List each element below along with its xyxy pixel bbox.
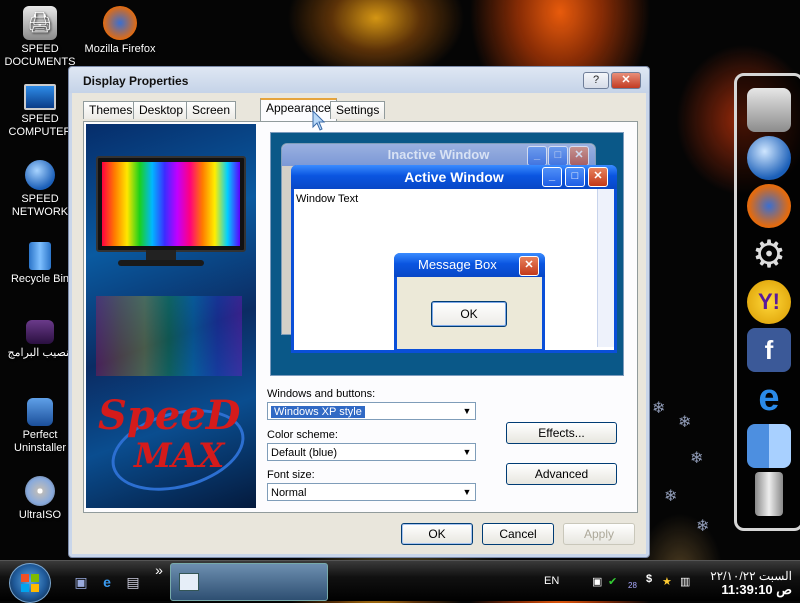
display-properties-icon bbox=[179, 573, 199, 591]
clock-date: السبت ٢٢/١٠/٢٢ bbox=[710, 569, 792, 583]
language-indicator[interactable]: EN bbox=[544, 575, 559, 587]
color-scheme-label: Color scheme: bbox=[267, 429, 338, 441]
windows-buttons-label: Windows and buttons: bbox=[267, 388, 376, 400]
firefox-icon bbox=[103, 6, 137, 40]
snowflake-decoration: ❄ bbox=[678, 414, 692, 431]
tray-counter: 28 bbox=[628, 581, 637, 590]
globe-icon bbox=[25, 160, 55, 190]
tab-desktop[interactable]: Desktop bbox=[133, 101, 190, 119]
uninstaller-icon bbox=[27, 398, 53, 426]
dock-internet-explorer-icon[interactable]: e bbox=[747, 376, 791, 420]
close-icon: ✕ bbox=[588, 167, 608, 187]
tray-star-icon[interactable]: ★ bbox=[662, 575, 672, 588]
dock-gear-icon[interactable]: ⚙ bbox=[747, 232, 791, 276]
appearance-preview: Inactive Window _ □ ✕ Active Window _ □ … bbox=[270, 132, 624, 376]
dock-trash-icon[interactable] bbox=[755, 472, 783, 516]
film-folder-icon bbox=[26, 320, 54, 344]
dock-globe-icon[interactable] bbox=[747, 136, 791, 180]
recycle-bin-icon bbox=[29, 242, 51, 270]
desktop-icon-speed-documents[interactable]: 🖨 SPEED DOCUMENTS bbox=[0, 6, 80, 69]
desktop-icon-firefox[interactable]: Mozilla Firefox bbox=[80, 6, 160, 56]
dock-firefox-icon[interactable] bbox=[747, 184, 791, 228]
tray-shield-icon[interactable]: ✔ bbox=[608, 575, 617, 588]
tray-network-icon[interactable]: ▥ bbox=[680, 575, 690, 588]
dock-computer-icon[interactable] bbox=[747, 88, 791, 132]
display-properties-dialog: Display Properties ? ✕ Themes Desktop Sc… bbox=[68, 66, 650, 558]
apply-button[interactable]: Apply bbox=[563, 523, 635, 545]
dock-facebook-icon[interactable]: f bbox=[747, 328, 791, 372]
windows-buttons-select[interactable]: Windows XP style ▼ bbox=[267, 402, 476, 420]
appearance-panel: SpeeD MAX Inactive Window _ □ ✕ Active W… bbox=[83, 121, 638, 513]
monitor-icon bbox=[24, 84, 56, 110]
preview-scrollbar bbox=[597, 189, 614, 347]
active-window-preview: Active Window _ □ ✕ Window Text Message … bbox=[291, 165, 617, 353]
disc-icon bbox=[25, 476, 55, 506]
minimize-icon: _ bbox=[527, 146, 547, 166]
quicklaunch-window-icon[interactable]: ▤ bbox=[124, 573, 142, 591]
message-box-ok-button: OK bbox=[431, 301, 507, 327]
clock[interactable]: السبت ٢٢/١٠/٢٢ 11:39:10 ص bbox=[710, 569, 792, 597]
quicklaunch-more-chevron-icon[interactable]: » bbox=[150, 561, 168, 579]
quicklaunch-desktop-icon[interactable]: ▣ bbox=[72, 573, 90, 591]
tray-icon[interactable]: ▣ bbox=[592, 575, 602, 588]
tray-dollar-icon[interactable]: $ bbox=[646, 573, 652, 585]
advanced-button[interactable]: Advanced bbox=[506, 463, 617, 485]
message-box-preview: Message Box ✕ OK bbox=[394, 253, 545, 352]
snowflake-decoration: ❄ bbox=[696, 518, 710, 535]
maximize-icon: □ bbox=[565, 167, 585, 187]
snowflake-decoration: ❄ bbox=[652, 400, 666, 417]
monitor-image bbox=[96, 156, 246, 252]
taskbar-task-display-properties[interactable] bbox=[170, 563, 328, 601]
tab-screen-saver[interactable]: Screen Saver bbox=[186, 101, 237, 134]
quicklaunch-ie-icon[interactable]: e bbox=[98, 573, 116, 591]
dialog-titlebar[interactable]: Display Properties ? ✕ bbox=[69, 67, 649, 93]
help-button[interactable]: ? bbox=[583, 72, 609, 89]
ok-button[interactable]: OK bbox=[401, 523, 473, 545]
dock-yahoo-messenger-icon[interactable]: Y! bbox=[747, 280, 791, 324]
clock-time: 11:39:10 ص bbox=[721, 582, 792, 597]
windows-logo-icon bbox=[21, 574, 39, 592]
dialog-title: Display Properties bbox=[83, 74, 189, 88]
desktop-icon-label: Mozilla Firefox bbox=[84, 43, 156, 55]
color-scheme-select[interactable]: Default (blue) ▼ bbox=[267, 443, 476, 461]
dock-finder-icon[interactable] bbox=[747, 424, 791, 468]
chevron-down-icon: ▼ bbox=[462, 406, 472, 416]
font-size-select[interactable]: Normal ▼ bbox=[267, 483, 476, 501]
chevron-down-icon: ▼ bbox=[462, 487, 472, 497]
start-button[interactable] bbox=[9, 563, 51, 603]
close-icon: ✕ bbox=[519, 256, 539, 276]
font-size-label: Font size: bbox=[267, 469, 315, 481]
desktop-icon-label: SPEED DOCUMENTS bbox=[4, 43, 76, 68]
snowflake-decoration: ❄ bbox=[664, 488, 678, 505]
close-button[interactable]: ✕ bbox=[611, 72, 641, 89]
chevron-down-icon: ▼ bbox=[462, 447, 472, 457]
speedmax-wallpaper-image: SpeeD MAX bbox=[86, 124, 256, 508]
printer-icon: 🖨 bbox=[23, 6, 57, 40]
taskbar: ▣ e ▤ » EN ▣ ✔ 28 $ ★ ▥ السبت ٢٢/١٠/٢٢ 1… bbox=[0, 560, 800, 603]
window-text-sample: Window Text bbox=[296, 193, 359, 205]
tab-themes[interactable]: Themes bbox=[83, 101, 139, 119]
dock-bar: ⚙ Y! f e bbox=[734, 73, 800, 531]
effects-button[interactable]: Effects... bbox=[506, 422, 617, 444]
snowflake-decoration: ❄ bbox=[690, 450, 704, 467]
mouse-cursor-icon bbox=[312, 110, 326, 131]
minimize-icon: _ bbox=[542, 167, 562, 187]
speedmax-logo: SpeeD MAX bbox=[90, 392, 254, 505]
cancel-button[interactable]: Cancel bbox=[482, 523, 554, 545]
maximize-icon: □ bbox=[548, 146, 568, 166]
close-icon: ✕ bbox=[569, 146, 589, 166]
tab-settings[interactable]: Settings bbox=[330, 101, 386, 119]
